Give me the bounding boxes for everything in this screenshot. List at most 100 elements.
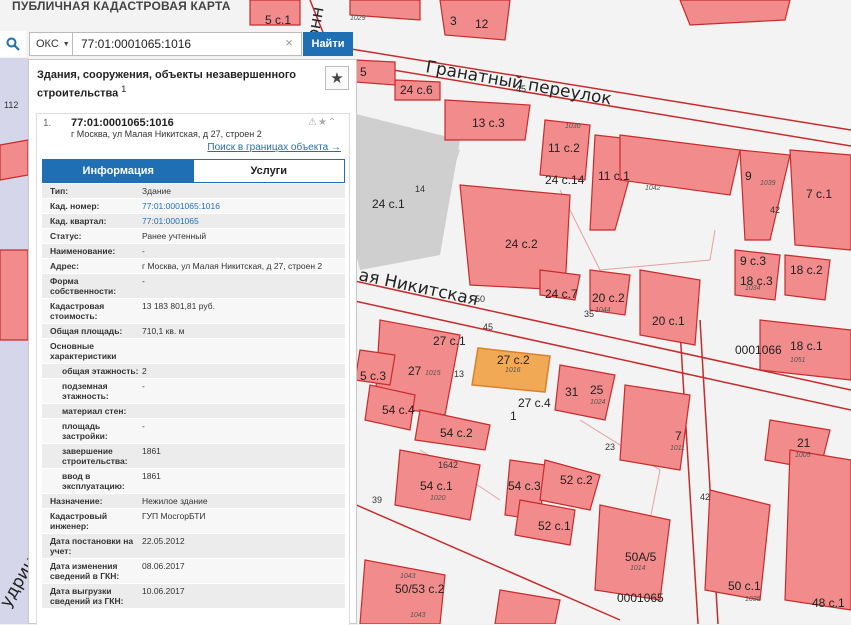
svg-text:50/53 с.2: 50/53 с.2 xyxy=(395,582,445,596)
svg-text:24 с.2: 24 с.2 xyxy=(505,237,538,251)
info-value: 08.06.2017 xyxy=(142,561,185,571)
chevron-down-icon: ▼ xyxy=(62,40,70,48)
building xyxy=(784,449,851,611)
svg-text:31: 31 xyxy=(565,385,579,399)
info-key: общая этажность: xyxy=(62,366,139,376)
svg-text:27 с.1: 27 с.1 xyxy=(433,334,466,348)
svg-text:45: 45 xyxy=(516,84,526,94)
svg-text:20 с.1: 20 с.1 xyxy=(652,314,685,328)
svg-text:1044: 1044 xyxy=(595,307,611,314)
svg-text:11 с.2: 11 с.2 xyxy=(548,141,580,155)
info-key: ввод в эксплуатацию: xyxy=(62,471,125,491)
building xyxy=(619,384,691,471)
svg-text:1015: 1015 xyxy=(425,370,441,377)
svg-text:1034: 1034 xyxy=(745,285,761,292)
result-cadastral-number[interactable]: 77:01:0001065:1016 xyxy=(71,117,174,129)
info-value: Здание xyxy=(142,186,171,196)
svg-text:21: 21 xyxy=(797,436,811,450)
svg-text:1030: 1030 xyxy=(565,123,581,130)
object-type-label: ОКС xyxy=(36,38,59,50)
result-count: 1 xyxy=(121,84,127,94)
svg-text:48 с.1: 48 с.1 xyxy=(812,596,845,610)
info-key: подземная этажность: xyxy=(62,381,109,401)
tab-info[interactable]: Информация xyxy=(43,160,194,182)
svg-text:54 с.1: 54 с.1 xyxy=(420,479,453,493)
search-in-bounds-link[interactable]: Поиск в границах объекта → xyxy=(207,142,341,153)
svg-text:1035: 1035 xyxy=(745,596,761,603)
info-key: Дата постановки на учет: xyxy=(50,536,134,556)
svg-text:1051: 1051 xyxy=(790,357,806,364)
info-key: Статус: xyxy=(50,231,82,241)
info-table: Тип: Здание Кад. номер: 77:01:0001065:1016… xyxy=(42,184,345,609)
svg-text:1014: 1014 xyxy=(630,565,646,572)
building xyxy=(0,249,29,341)
svg-text:24 с.6: 24 с.6 xyxy=(400,83,433,97)
tab-services[interactable]: Услуги xyxy=(193,160,344,182)
info-value: 13 183 801,81 руб. xyxy=(142,301,215,311)
info-row: Статус: Ранее учтенный xyxy=(42,229,345,244)
svg-text:5 с.3: 5 с.3 xyxy=(360,369,386,383)
info-value: - xyxy=(142,276,145,286)
svg-text:18 с.2: 18 с.2 xyxy=(790,263,823,277)
info-value: 710,1 кв. м xyxy=(142,326,185,336)
close-icon[interactable]: × xyxy=(282,36,296,50)
svg-text:27 с.4: 27 с.4 xyxy=(518,396,551,410)
object-type-select[interactable]: ОКС ▼ xyxy=(29,32,73,56)
svg-text:9 с.3: 9 с.3 xyxy=(740,254,766,268)
svg-text:24 с.1: 24 с.1 xyxy=(372,197,405,211)
svg-text:5 с.1: 5 с.1 xyxy=(265,13,291,27)
svg-text:45: 45 xyxy=(483,322,493,332)
info-key: Дата выгрузки сведений из ГКН: xyxy=(50,586,124,606)
info-key: Дата изменения сведений в ГКН: xyxy=(50,561,120,581)
svg-text:54 с.2: 54 с.2 xyxy=(440,426,473,440)
favorite-button[interactable]: ★ xyxy=(325,66,349,90)
svg-text:42: 42 xyxy=(700,492,710,502)
svg-text:35: 35 xyxy=(584,309,594,319)
result-index: 1. xyxy=(43,118,52,129)
svg-text:52 с.1: 52 с.1 xyxy=(538,519,571,533)
svg-text:18 с.1: 18 с.1 xyxy=(790,339,823,353)
svg-text:11 с.1: 11 с.1 xyxy=(598,169,630,183)
svg-text:14: 14 xyxy=(415,184,425,194)
search-icon[interactable] xyxy=(0,31,26,57)
svg-text:1043: 1043 xyxy=(400,573,416,580)
info-row: Общая площадь: 710,1 кв. м xyxy=(42,324,345,339)
info-row: Дата постановки на учет: 22.05.2012 xyxy=(42,534,345,559)
svg-text:7 с.1: 7 с.1 xyxy=(806,187,832,201)
svg-text:50 с.1: 50 с.1 xyxy=(728,579,761,593)
find-button[interactable]: Найти xyxy=(303,32,353,56)
info-value: ГУП МосгорБТИ xyxy=(142,511,206,521)
info-row: Наименование: - xyxy=(42,244,345,259)
info-row: Кадастровый инженер: ГУП МосгорБТИ xyxy=(42,509,345,534)
building xyxy=(639,269,701,346)
info-row: Кадастровая стоимость: 13 183 801,81 руб. xyxy=(42,299,345,324)
svg-text:50: 50 xyxy=(475,294,485,304)
info-row: Адрес: г Москва, ул Малая Никитская, д 27… xyxy=(42,259,345,274)
svg-text:1016: 1016 xyxy=(505,367,521,374)
svg-text:1005: 1005 xyxy=(795,452,811,459)
info-value: 22.05.2012 xyxy=(142,536,185,546)
info-row: Дата изменения сведений в ГКН: 08.06.2017 xyxy=(42,559,345,584)
cadastral-quarter-link[interactable]: 77:01:0001065 xyxy=(140,214,345,228)
info-value: 2 xyxy=(142,366,147,376)
info-row: Кад. номер: 77:01:0001065:1016 xyxy=(42,199,345,214)
info-key: завершение строительства: xyxy=(62,446,128,466)
svg-text:13 с.3: 13 с.3 xyxy=(472,116,505,130)
search-input[interactable]: 77:01:0001065:1016 xyxy=(73,32,302,56)
svg-text:54 с.3: 54 с.3 xyxy=(508,479,541,493)
svg-text:1024: 1024 xyxy=(590,399,606,406)
cadastral-number-link[interactable]: 77:01:0001065:1016 xyxy=(140,199,345,213)
svg-text:1642: 1642 xyxy=(438,460,458,470)
info-row: общая этажность: 2 xyxy=(42,364,345,379)
info-row: ввод в эксплуатацию: 1861 xyxy=(42,469,345,494)
info-key: Основные характеристики xyxy=(50,341,117,361)
info-value: - xyxy=(142,421,145,431)
info-value xyxy=(140,339,345,363)
result-tabs: Информация Услуги xyxy=(42,159,345,183)
result-actions-icons[interactable]: ⚠★⌃ xyxy=(308,117,337,128)
info-row: материал стен: xyxy=(42,404,345,419)
svg-text:27 с.2: 27 с.2 xyxy=(497,353,530,367)
info-row: подземная этажность: - xyxy=(42,379,345,404)
info-row: Основные характеристики xyxy=(42,339,345,364)
star-icon: ★ xyxy=(330,70,344,87)
